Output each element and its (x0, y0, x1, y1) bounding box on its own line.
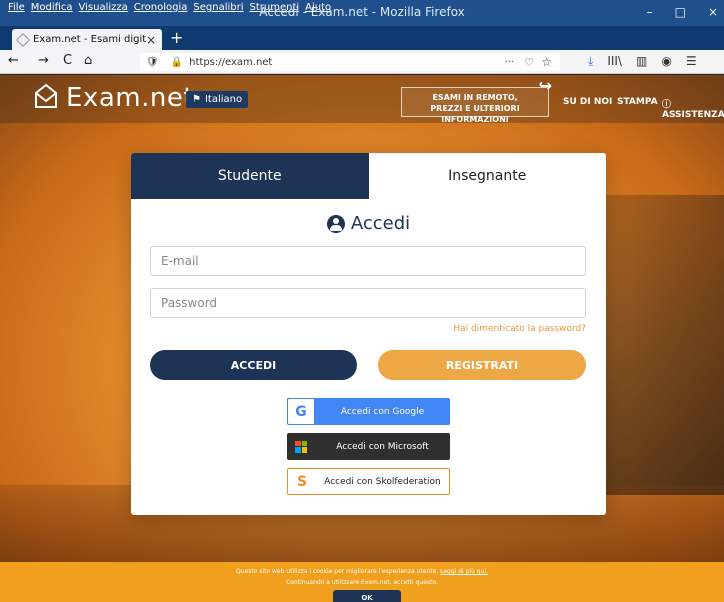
bookmark-star-icon[interactable]: ☆ (541, 55, 552, 69)
site-header: Exam.net ⚑ Italiano ESAMI IN REMOTO, PRE… (0, 75, 724, 124)
menu-modifica[interactable]: Modifica (31, 2, 73, 13)
window-titlebar: File Modifica Visualizza Cronologia Segn… (0, 0, 724, 26)
menu-file[interactable]: File (8, 2, 25, 13)
library-icon[interactable]: III\ (607, 54, 622, 69)
pocket-icon[interactable]: ♡ (524, 56, 534, 69)
login-card: Studente Insegnante Accedi Hai dimentica… (131, 153, 606, 515)
promo-line-2: PREZZI E ULTERIORI INFORMAZIONI (430, 104, 520, 124)
cookie-more-link[interactable]: Leggi di più qui. (440, 568, 488, 575)
skolfederation-login-label: Accedi con Skolfederation (324, 476, 441, 487)
browser-tab[interactable]: Exam.net - Esami digitali × (12, 29, 162, 50)
url-text[interactable]: https://exam.net (189, 57, 272, 68)
forward-button[interactable]: → (38, 53, 49, 68)
shield-icon[interactable]: 🛡 (146, 57, 159, 68)
account-icon[interactable]: ◉ (661, 54, 671, 69)
login-title: Accedi (350, 213, 411, 234)
page-content: Exam.net ⚑ Italiano ESAMI IN REMOTO, PRE… (0, 75, 724, 602)
language-label: Italiano (204, 94, 243, 105)
favicon-icon (15, 32, 31, 47)
url-bar[interactable]: 🛡 🔒 https://exam.net ··· ♡ ☆ (140, 53, 560, 71)
google-icon: G (287, 398, 315, 425)
language-selector[interactable]: ⚑ Italiano (186, 91, 249, 108)
tab-teacher[interactable]: Insegnante (368, 153, 606, 199)
curved-arrow-icon: ↪ (538, 76, 552, 95)
microsoft-login-label: Accedi con Microsoft (336, 441, 429, 452)
register-button[interactable]: REGISTRATI (378, 350, 586, 380)
cookie-banner: Questo sito web utilizza i cookie per mi… (0, 562, 724, 602)
menu-visualizza[interactable]: Visualizza (79, 2, 128, 13)
nav-press[interactable]: STAMPA (617, 97, 658, 107)
tab-close-icon[interactable]: × (146, 33, 156, 47)
skolfederation-login-button[interactable]: S Accedi con Skolfederation (287, 468, 450, 495)
remote-exams-banner[interactable]: ESAMI IN REMOTO, PREZZI E ULTERIORI INFO… (401, 78, 552, 124)
login-heading: Accedi (131, 213, 606, 234)
page-actions-icon[interactable]: ··· (504, 57, 514, 68)
maximize-button[interactable]: □ (675, 5, 686, 19)
language-icon: ⚑ (192, 94, 201, 105)
google-login-label: Accedi con Google (340, 406, 425, 417)
microsoft-login-button[interactable]: Accedi con Microsoft (287, 433, 450, 460)
extensions-icon[interactable]: ☰ (686, 54, 697, 69)
reload-button[interactable]: C (63, 53, 72, 68)
menu-cronologia[interactable]: Cronologia (134, 2, 188, 13)
new-tab-button[interactable]: + (170, 28, 183, 47)
cookie-ok-button[interactable]: OK (333, 590, 401, 602)
promo-line-1: ESAMI IN REMOTO, (432, 93, 518, 102)
nav-support[interactable]: ⓘ ASSISTENZA (662, 97, 724, 120)
password-input[interactable] (150, 288, 586, 318)
close-window-button[interactable]: × (708, 5, 718, 19)
lock-icon[interactable]: 🔒 (171, 57, 183, 68)
toolbar-icons: ⤓ III\ ▥ ◉ ☰ (588, 54, 697, 69)
site-logo[interactable]: Exam.net (30, 83, 194, 113)
email-input[interactable] (150, 246, 586, 276)
menu-segnalibri[interactable]: Segnalibri (193, 2, 243, 13)
back-button[interactable]: ← (8, 53, 19, 68)
microsoft-icon (287, 433, 315, 460)
minimize-button[interactable]: – (647, 5, 653, 19)
tab-student[interactable]: Studente (131, 153, 369, 199)
nav-about[interactable]: SU DI NOI (563, 97, 612, 107)
navigation-toolbar: ← → C ⌂ 🛡 🔒 https://exam.net ··· ♡ ☆ ⤓ I… (0, 50, 724, 74)
download-icon[interactable]: ⤓ (588, 54, 593, 69)
home-button[interactable]: ⌂ (84, 53, 92, 68)
cookie-text-line-2: Continuando a utilizzare Exam.net, accet… (286, 579, 438, 586)
tab-title: Exam.net - Esami digitali (33, 34, 146, 45)
tab-strip: Exam.net - Esami digitali × + (0, 26, 724, 50)
user-circle-icon (326, 214, 345, 233)
cookie-text-line-1: Questo sito web utilizza i cookie per mi… (0, 566, 724, 577)
login-button[interactable]: ACCEDI (150, 350, 357, 380)
sidebar-icon[interactable]: ▥ (636, 54, 647, 69)
google-login-button[interactable]: G Accedi con Google (287, 398, 450, 425)
window-controls: – □ × (647, 5, 718, 19)
skolfederation-icon: S (296, 473, 308, 490)
logo-icon (35, 83, 57, 108)
role-tabs: Studente Insegnante (131, 153, 606, 199)
window-title: Accedi - Exam.net - Mozilla Firefox (259, 5, 465, 19)
forgot-password-link[interactable]: Hai dimenticato la password? (453, 324, 586, 334)
logo-text: Exam.net (66, 83, 195, 113)
cookie-message: Questo sito web utilizza i cookie per mi… (236, 568, 439, 575)
